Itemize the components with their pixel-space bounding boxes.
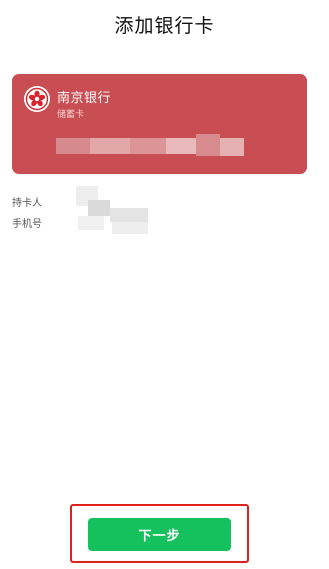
next-button[interactable]: 下一步 [88, 518, 231, 551]
card-number-masked [56, 134, 246, 158]
nanjing-bank-logo-icon [24, 86, 50, 112]
page-title: 添加银行卡 [114, 15, 215, 37]
holder-label: 持卡人 [12, 198, 42, 209]
bank-card[interactable]: 南京银行 储蓄卡 [12, 74, 307, 174]
holder-phone-value-masked [76, 186, 150, 234]
bank-name: 南京银行 [57, 91, 112, 106]
phone-label: 手机号 [12, 219, 42, 230]
card-type: 储蓄卡 [57, 110, 85, 120]
